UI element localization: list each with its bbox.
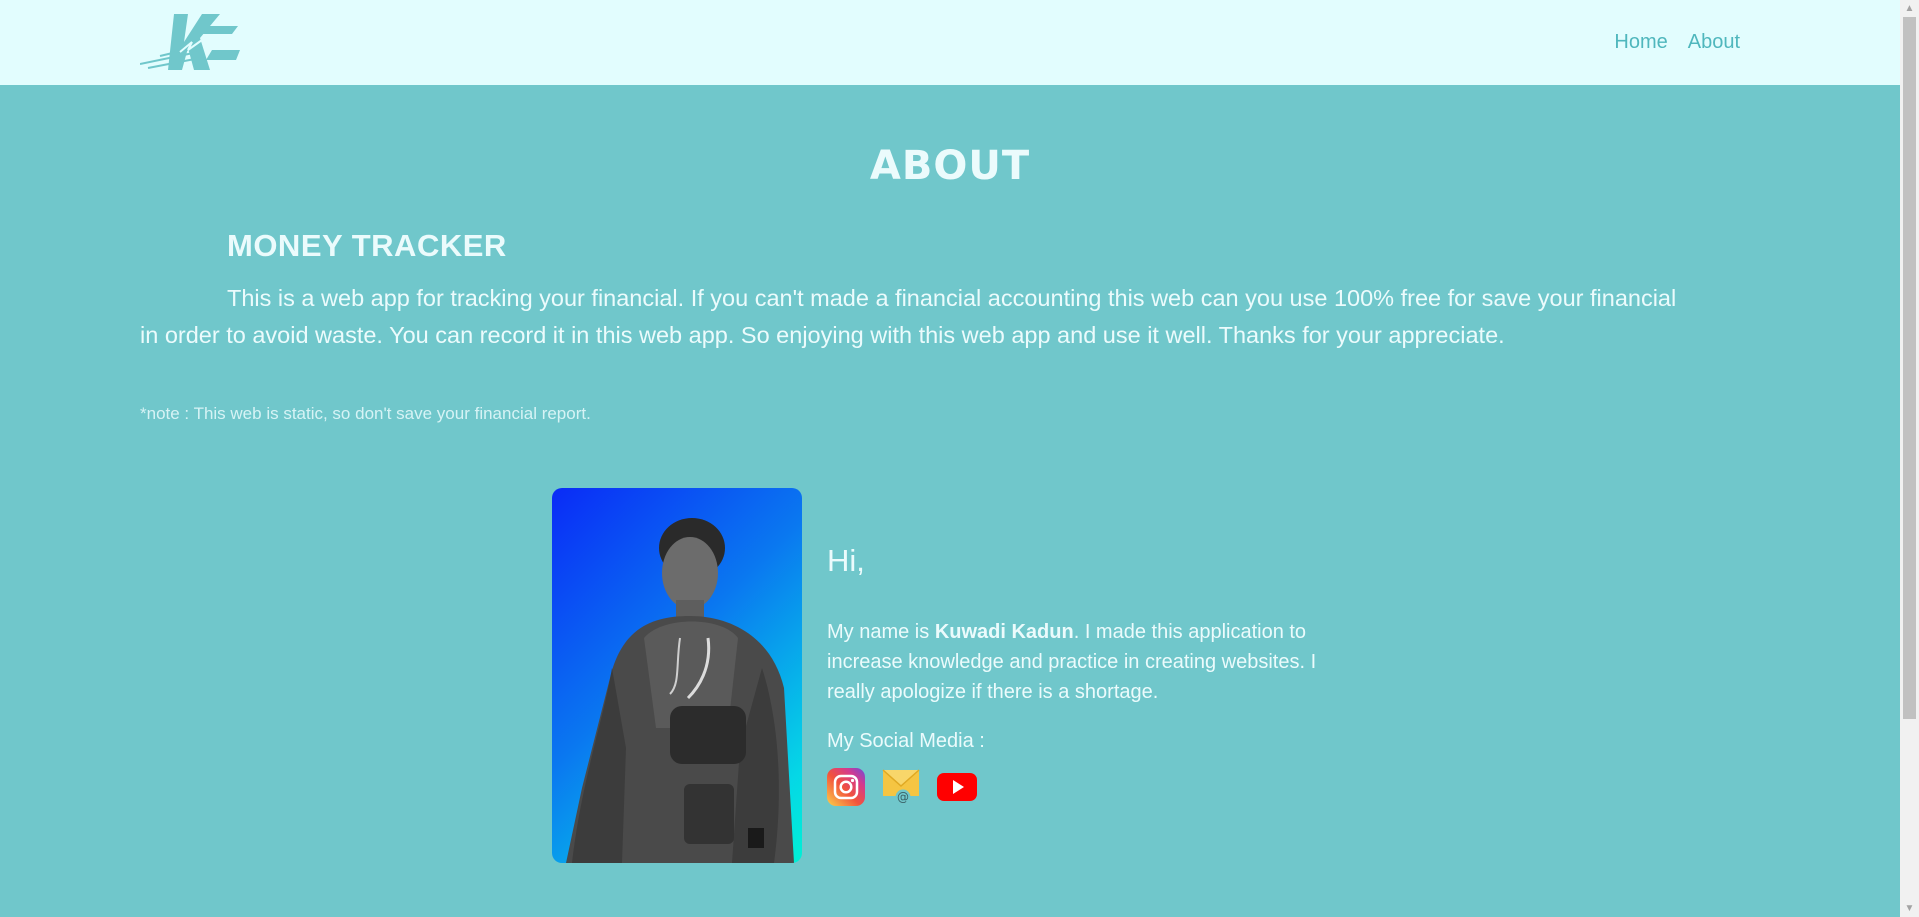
svg-text:@: @: [897, 790, 909, 804]
scroll-up-arrow-icon[interactable]: ▲: [1900, 0, 1919, 17]
static-note: *note : This web is static, so don't sav…: [140, 404, 591, 423]
email-icon[interactable]: @: [882, 768, 920, 806]
bio-prefix: My name is: [827, 621, 935, 643]
profile-photo: [552, 488, 802, 863]
social-media-label: My Social Media :: [827, 730, 985, 752]
youtube-icon[interactable]: [937, 768, 977, 806]
social-links: @: [827, 768, 977, 806]
section-title: MONEY TRACKER: [227, 228, 507, 263]
scroll-down-arrow-icon[interactable]: ▼: [1900, 900, 1919, 917]
nav-home-link[interactable]: Home: [1614, 31, 1667, 54]
author-name: Kuwadi Kadun: [934, 621, 1074, 643]
navbar: Home About: [0, 0, 1900, 85]
scroll-thumb[interactable]: [1903, 17, 1916, 719]
app-description: This is a web app for tracking your fina…: [140, 285, 1677, 348]
greeting: Hi,: [827, 543, 865, 578]
page-title: ABOUT: [869, 143, 1031, 189]
kd-brand-logo-icon[interactable]: [139, 12, 242, 72]
nav-about-link[interactable]: About: [1688, 31, 1740, 54]
nav-links: Home About: [1614, 0, 1740, 85]
vertical-scrollbar[interactable]: ▲ ▼: [1900, 0, 1919, 917]
instagram-icon[interactable]: [827, 768, 865, 806]
bio-text: My name is Kuwadi Kadun. I made this app…: [827, 617, 1347, 707]
